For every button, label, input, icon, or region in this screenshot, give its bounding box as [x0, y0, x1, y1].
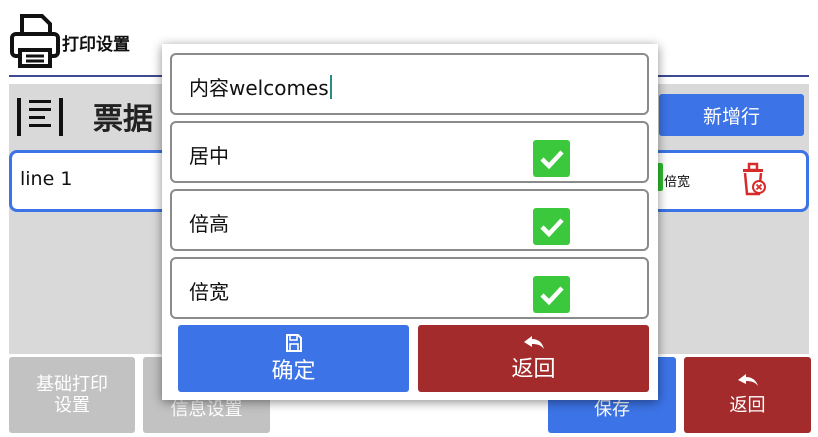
dialog-back-button[interactable]: 返回 [418, 325, 649, 392]
check-icon [539, 285, 564, 305]
option-double-width[interactable]: 倍宽 [170, 257, 649, 319]
section-title: 票据 [93, 102, 153, 137]
printer-icon [10, 14, 60, 68]
confirm-label: 确定 [271, 358, 316, 384]
option-center-label: 居中 [189, 144, 229, 168]
basic-print-label-line1: 基础打印 [36, 374, 108, 395]
center-checkbox[interactable] [533, 140, 570, 177]
option-double-height[interactable]: 倍高 [170, 189, 649, 251]
basic-print-settings-button[interactable]: 基础打印 设置 [9, 357, 135, 433]
content-input[interactable]: 内容welcomes [170, 53, 649, 115]
content-input-value: 内容welcomes [189, 76, 329, 100]
row-text: line 1 [20, 168, 73, 190]
back-label: 返回 [729, 395, 766, 416]
back-arrow-icon [523, 335, 544, 349]
check-icon [539, 149, 564, 169]
line-edit-dialog: 内容welcomes 居中 倍高 倍宽 确定 返回 [162, 44, 658, 400]
back-arrow-icon [737, 374, 758, 386]
receipt-icon [17, 98, 63, 136]
delete-icon[interactable] [739, 161, 769, 197]
basic-print-label-line2: 设置 [54, 395, 90, 416]
confirm-button[interactable]: 确定 [178, 325, 409, 392]
text-caret [329, 75, 332, 99]
add-line-button[interactable]: 新增行 [659, 94, 804, 136]
page-title: 打印设置 [62, 35, 130, 55]
double-width-label: 倍宽 [664, 175, 691, 190]
back-button[interactable]: 返回 [684, 357, 811, 433]
save-icon [285, 333, 302, 352]
option-double-width-label: 倍宽 [189, 280, 229, 304]
double-width-checkbox-dialog[interactable] [533, 276, 570, 313]
dialog-back-label: 返回 [511, 356, 556, 382]
double-height-checkbox[interactable] [533, 208, 570, 245]
option-double-height-label: 倍高 [189, 212, 229, 236]
check-icon [539, 217, 564, 237]
option-center[interactable]: 居中 [170, 121, 649, 183]
